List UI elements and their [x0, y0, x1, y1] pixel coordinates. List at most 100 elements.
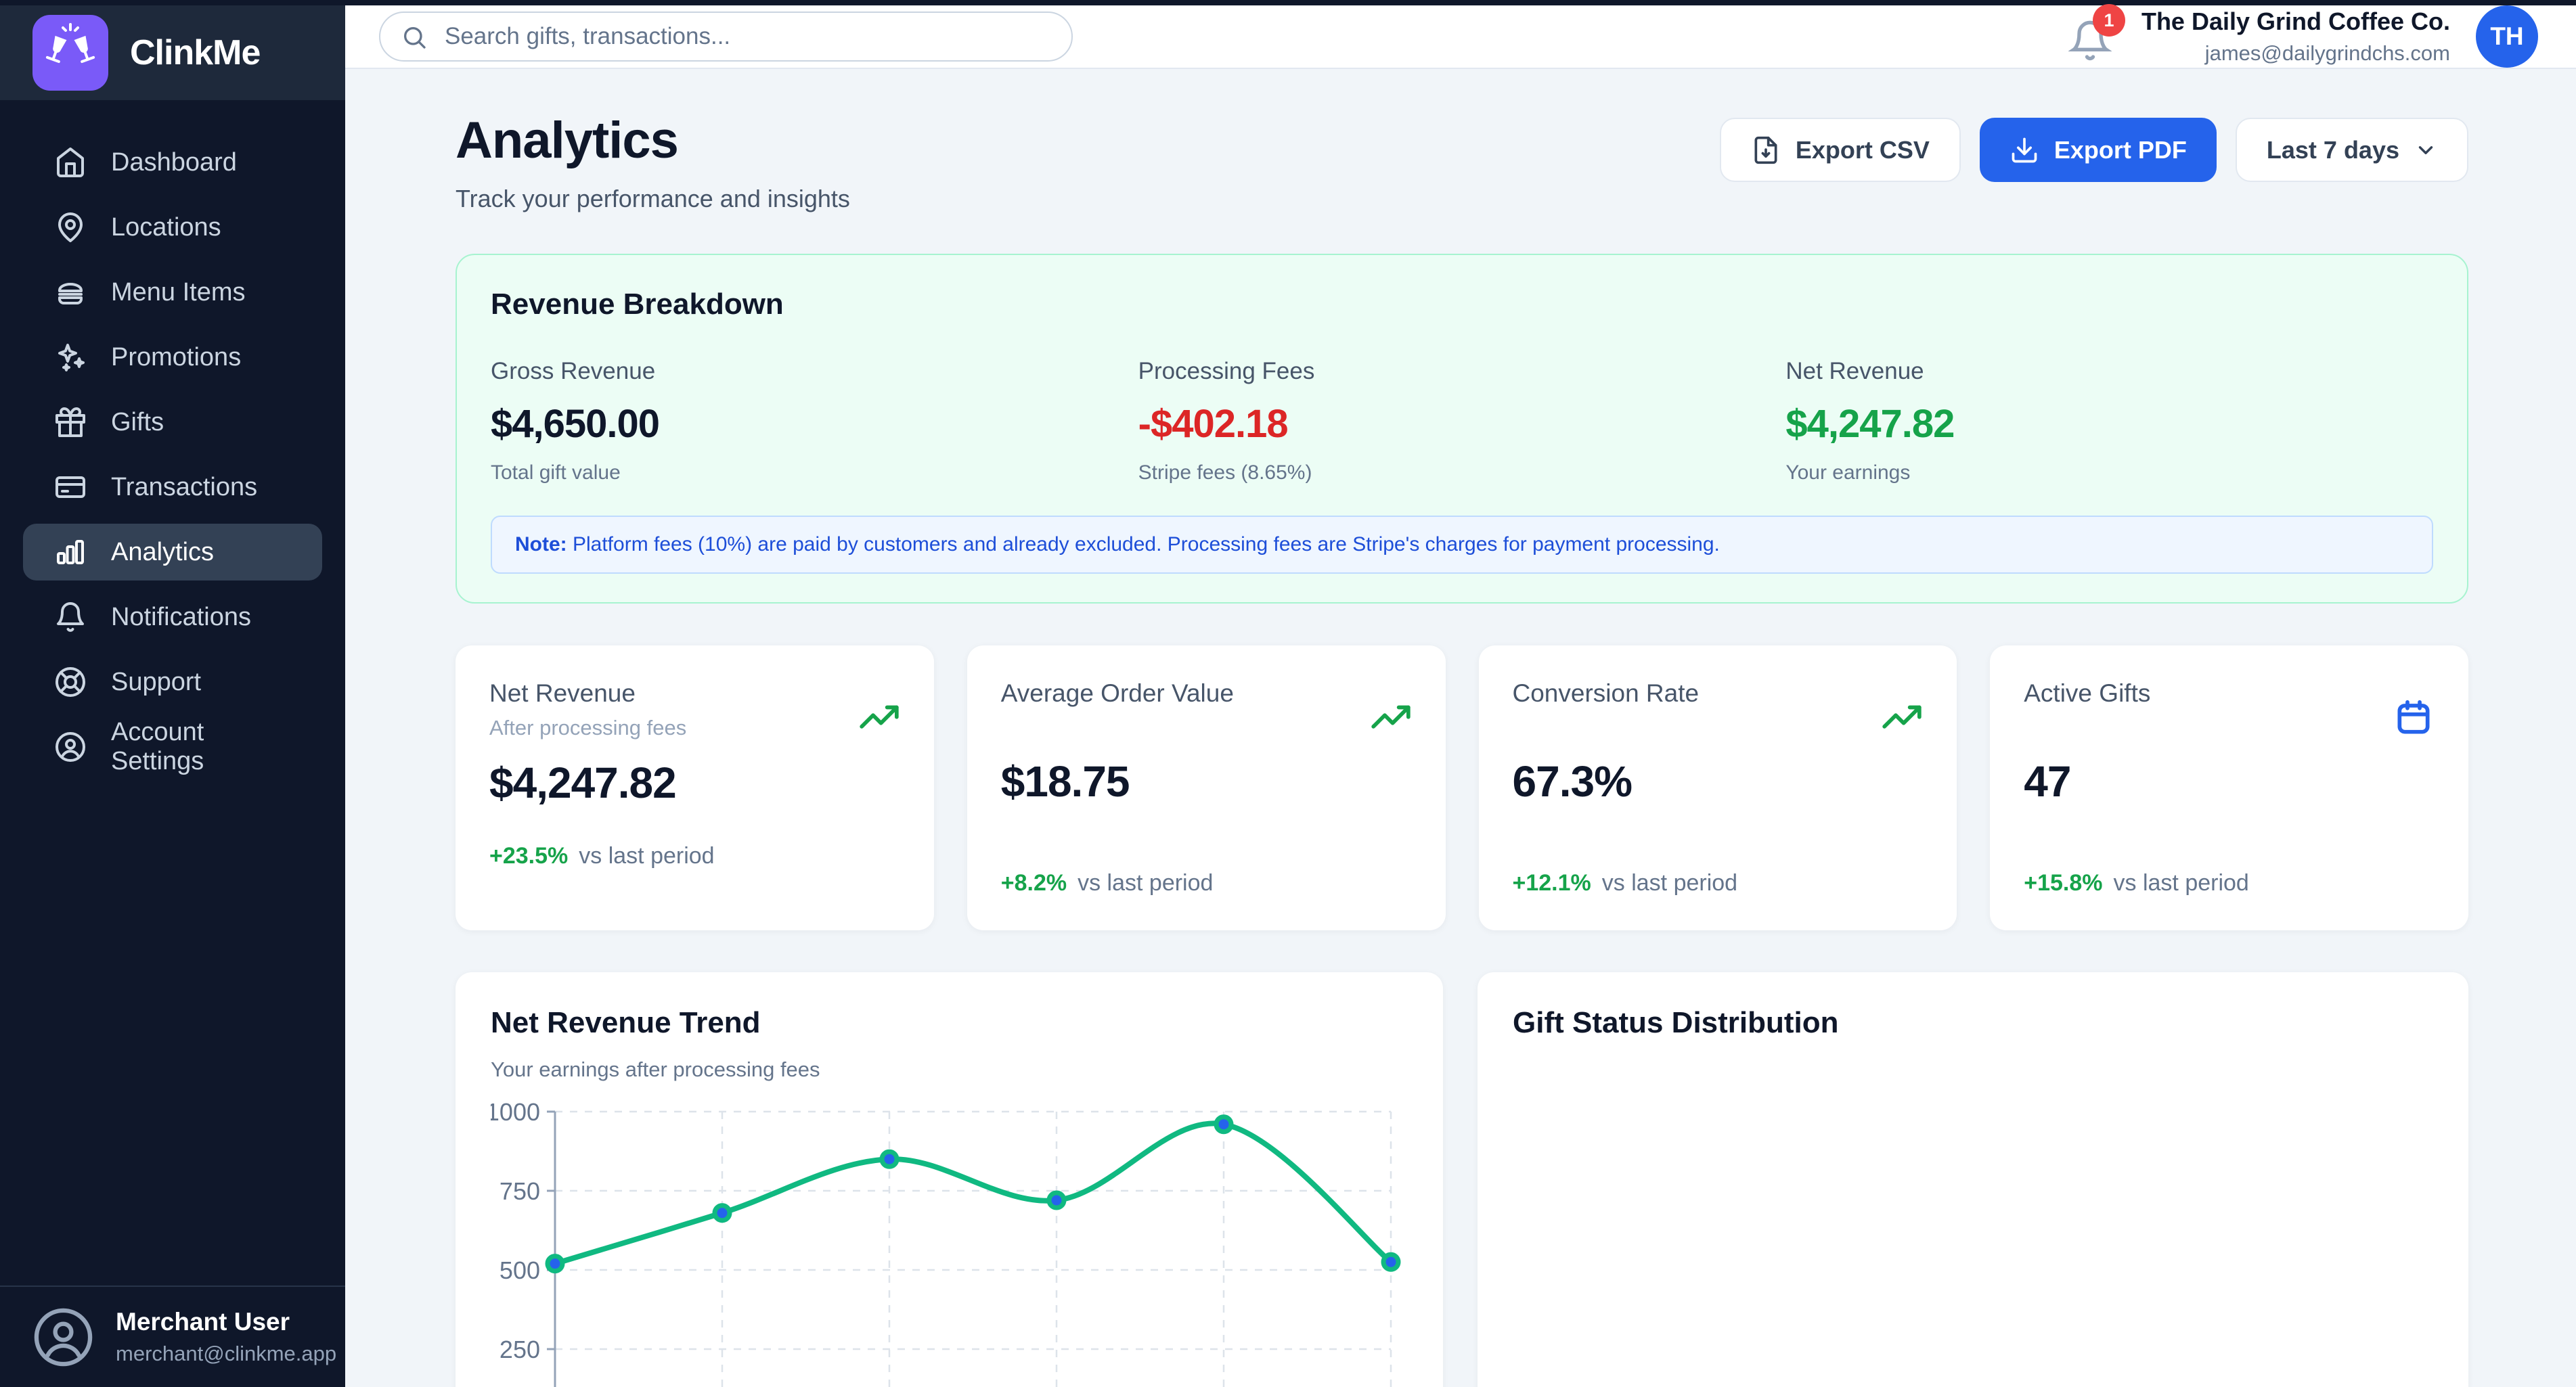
- processing-fees-sub: Stripe fees (8.65%): [1138, 461, 1786, 484]
- notifications-button[interactable]: 1: [2068, 12, 2116, 61]
- stat-sublabel: After processing fees: [489, 716, 686, 740]
- file-download-icon: [1751, 135, 1781, 165]
- sidebar-item-label: Dashboard: [111, 148, 237, 177]
- stat-card-net-revenue: Net Revenue After processing fees $4,247…: [456, 645, 934, 930]
- trending-up-icon: [858, 697, 900, 739]
- map-pin-icon: [54, 211, 87, 244]
- gift-status-distribution-card: Gift Status Distribution: [1478, 972, 2468, 1387]
- sidebar-item-label: Analytics: [111, 538, 214, 567]
- sidebar-item-transactions[interactable]: Transactions: [23, 459, 322, 516]
- notification-badge: 1: [2093, 4, 2125, 37]
- sparkles-icon: [54, 341, 87, 373]
- stat-value: 47: [2024, 756, 2435, 806]
- stat-value: $4,247.82: [489, 758, 900, 808]
- chevron-down-icon: [2414, 139, 2437, 162]
- trending-up-icon: [1881, 697, 1923, 739]
- stat-delta: +8.2%: [1001, 870, 1067, 896]
- sidebar-item-label: Gifts: [111, 408, 164, 437]
- gift-status-distribution-title: Gift Status Distribution: [1513, 1006, 2433, 1040]
- brand-name: ClinkMe: [130, 32, 260, 73]
- stat-cards-row: Net Revenue After processing fees $4,247…: [456, 645, 2468, 930]
- sidebar-item-support[interactable]: Support: [23, 654, 322, 710]
- sidebar-item-notifications[interactable]: Notifications: [23, 589, 322, 645]
- gross-revenue-sub: Total gift value: [491, 461, 1138, 484]
- fees-note: Note: Platform fees (10%) are paid by cu…: [491, 516, 2433, 574]
- revenue-breakdown-title: Revenue Breakdown: [491, 288, 2433, 321]
- date-range-select[interactable]: Last 7 days: [2236, 118, 2468, 182]
- page-subtitle: Track your performance and insights: [456, 185, 850, 213]
- sidebar-item-label: Locations: [111, 213, 221, 242]
- sidebar-item-label: Account Settings: [111, 718, 291, 776]
- stat-value: 67.3%: [1513, 756, 1924, 806]
- fees-note-label: Note:: [515, 533, 567, 555]
- download-icon: [2009, 135, 2039, 165]
- stat-delta-suffix: vs last period: [2114, 870, 2249, 896]
- net-revenue-trend-title: Net Revenue Trend: [491, 1006, 1408, 1040]
- processing-fees-column: Processing Fees -$402.18 Stripe fees (8.…: [1138, 358, 1786, 484]
- clinkme-logo-icon: [32, 15, 108, 91]
- search-input[interactable]: [379, 12, 1073, 62]
- merchant-email: james@dailygrindchs.com: [2141, 41, 2450, 66]
- svg-text:1000: 1000: [491, 1101, 540, 1126]
- analytics-page: Analytics Track your performance and ins…: [345, 69, 2576, 1387]
- export-csv-button[interactable]: Export CSV: [1720, 118, 1961, 182]
- svg-text:500: 500: [499, 1256, 540, 1284]
- sidebar-item-label: Promotions: [111, 343, 241, 372]
- burger-icon: [54, 276, 87, 309]
- net-revenue-trend-subtitle: Your earnings after processing fees: [491, 1058, 1408, 1082]
- bar-chart-icon: [54, 536, 87, 568]
- stat-delta-suffix: vs last period: [1078, 870, 1213, 896]
- sidebar: ClinkMe Dashboard Locations Menu Items P…: [0, 5, 345, 1387]
- date-range-label: Last 7 days: [2267, 136, 2399, 164]
- sidebar-item-dashboard[interactable]: Dashboard: [23, 134, 322, 191]
- sidebar-item-account-settings[interactable]: Account Settings: [23, 719, 322, 775]
- stat-delta: +23.5%: [489, 843, 568, 869]
- user-circle-icon: [31, 1305, 95, 1369]
- sidebar-item-label: Support: [111, 668, 201, 697]
- sidebar-item-label: Transactions: [111, 473, 257, 502]
- net-revenue-column: Net Revenue $4,247.82 Your earnings: [1785, 358, 2433, 484]
- topbar: 1 The Daily Grind Coffee Co. james@daily…: [345, 5, 2576, 69]
- sidebar-user[interactable]: Merchant User merchant@clinkme.app: [0, 1286, 345, 1387]
- stat-delta-suffix: vs last period: [1602, 870, 1737, 896]
- trending-up-icon: [1370, 697, 1412, 739]
- sidebar-nav: Dashboard Locations Menu Items Promotion…: [0, 100, 345, 1286]
- export-pdf-label: Export PDF: [2054, 136, 2187, 164]
- gross-revenue-column: Gross Revenue $4,650.00 Total gift value: [491, 358, 1138, 484]
- gross-revenue-value: $4,650.00: [491, 401, 1138, 447]
- export-pdf-button[interactable]: Export PDF: [1980, 118, 2217, 182]
- stat-label: Conversion Rate: [1513, 679, 1700, 708]
- sidebar-user-name: Merchant User: [116, 1308, 336, 1336]
- processing-fees-label: Processing Fees: [1138, 358, 1786, 385]
- processing-fees-value: -$402.18: [1138, 401, 1786, 447]
- life-buoy-icon: [54, 666, 87, 698]
- sidebar-item-promotions[interactable]: Promotions: [23, 329, 322, 386]
- stat-card-average-order-value: Average Order Value $18.75 +8.2%vs last …: [967, 645, 1446, 930]
- sidebar-item-label: Notifications: [111, 603, 251, 632]
- avatar[interactable]: TH: [2476, 5, 2538, 68]
- search-icon: [401, 24, 428, 51]
- revenue-breakdown-card: Revenue Breakdown Gross Revenue $4,650.0…: [456, 254, 2468, 604]
- net-revenue-trend-card: Net Revenue Trend Your earnings after pr…: [456, 972, 1443, 1387]
- sidebar-item-locations[interactable]: Locations: [23, 199, 322, 256]
- home-icon: [54, 146, 87, 179]
- page-top-edge: [0, 0, 2576, 5]
- sidebar-item-menu-items[interactable]: Menu Items: [23, 264, 322, 321]
- sidebar-item-analytics[interactable]: Analytics: [23, 524, 322, 581]
- charts-row: Net Revenue Trend Your earnings after pr…: [456, 972, 2468, 1387]
- sidebar-item-label: Menu Items: [111, 278, 246, 307]
- sidebar-item-gifts[interactable]: Gifts: [23, 394, 322, 451]
- svg-text:750: 750: [499, 1177, 540, 1205]
- stat-label: Average Order Value: [1001, 679, 1234, 708]
- search: [379, 12, 1073, 62]
- gross-revenue-label: Gross Revenue: [491, 358, 1138, 385]
- net-revenue-trend-chart[interactable]: 02505007501000JunJulAugSepOctNovNet Reve…: [491, 1101, 1408, 1387]
- gift-icon: [54, 406, 87, 438]
- stat-delta: +15.8%: [2024, 870, 2102, 896]
- stat-card-active-gifts: Active Gifts 47 +15.8%vs last period: [1990, 645, 2468, 930]
- stat-delta: +12.1%: [1513, 870, 1591, 896]
- fees-note-text: Platform fees (10%) are paid by customer…: [567, 533, 1720, 555]
- page-title: Analytics: [456, 111, 850, 170]
- bell-icon: [54, 601, 87, 633]
- export-csv-label: Export CSV: [1796, 136, 1930, 164]
